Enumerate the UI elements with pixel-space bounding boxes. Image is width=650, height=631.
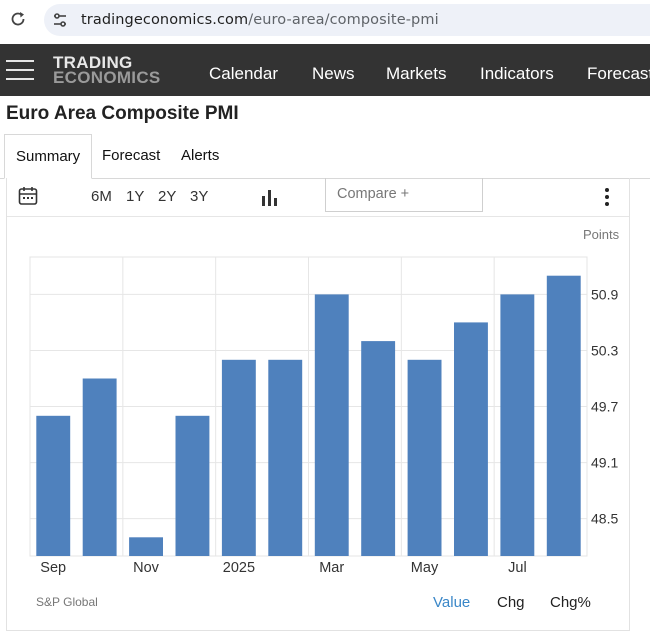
mode-value[interactable]: Value <box>433 594 470 611</box>
bar <box>500 294 535 556</box>
nav-markets[interactable]: Markets <box>386 64 446 84</box>
source-label[interactable]: S&P Global <box>36 595 98 609</box>
bar <box>36 415 71 556</box>
site-nav: TRADING ECONOMICS Calendar News Markets … <box>0 44 650 96</box>
url-domain: tradingeconomics.com <box>81 12 249 28</box>
y-tick-label: 49.7 <box>591 399 618 415</box>
bar <box>314 294 349 556</box>
y-tick-label: 48.5 <box>591 511 618 527</box>
hamburger-menu-icon[interactable] <box>6 60 34 80</box>
x-tick-label: Mar <box>319 560 344 576</box>
mode-chg-pct[interactable]: Chg% <box>550 594 591 611</box>
nav-forecast[interactable]: Forecast <box>587 64 650 84</box>
browser-address-bar: tradingeconomics.com/euro-area/composite… <box>0 0 650 40</box>
x-tick-label: Jul <box>508 560 527 576</box>
tab-summary[interactable]: Summary <box>4 134 93 179</box>
tab-forecast[interactable]: Forecast <box>91 134 171 178</box>
nav-indicators[interactable]: Indicators <box>480 64 554 84</box>
bar <box>361 341 396 556</box>
bar <box>407 359 442 556</box>
site-settings-icon[interactable] <box>52 12 68 28</box>
x-tick-label: 2025 <box>223 560 255 576</box>
bar <box>454 322 488 556</box>
bar <box>268 359 303 556</box>
nav-calendar[interactable]: Calendar <box>209 64 278 84</box>
reload-icon[interactable] <box>8 9 28 29</box>
site-logo[interactable]: TRADING ECONOMICS <box>53 54 161 87</box>
tab-alerts[interactable]: Alerts <box>170 134 230 178</box>
x-tick-label: Nov <box>133 560 160 576</box>
url-text: tradingeconomics.com/euro-area/composite… <box>81 12 439 28</box>
bar <box>546 275 581 556</box>
y-tick-label: 50.9 <box>591 286 618 302</box>
url-path: /euro-area/composite-pmi <box>248 12 439 28</box>
y-tick-label: 50.3 <box>591 342 618 358</box>
x-tick-label: May <box>411 560 439 576</box>
chart-card: 6M 1Y 2Y 3Y Compare + Points 48.5 49.1 49.… <box>6 178 630 631</box>
nav-news[interactable]: News <box>312 64 355 84</box>
tab-bar: Summary Forecast Alerts <box>0 134 650 179</box>
bar <box>221 359 256 556</box>
bar <box>82 378 117 556</box>
mode-chg[interactable]: Chg <box>497 594 525 611</box>
y-tick-label: 49.1 <box>591 455 618 471</box>
logo-line2: ECONOMICS <box>53 68 161 87</box>
bar <box>129 537 163 556</box>
bar <box>175 415 210 556</box>
x-tick-label: Sep <box>40 560 66 576</box>
url-field[interactable]: tradingeconomics.com/euro-area/composite… <box>44 4 650 36</box>
bar-chart: 48.5 49.1 49.7 50.3 50.9 Sep Nov 2025 Mar May Jul <box>29 256 618 576</box>
page-title: Euro Area Composite PMI <box>6 103 239 124</box>
